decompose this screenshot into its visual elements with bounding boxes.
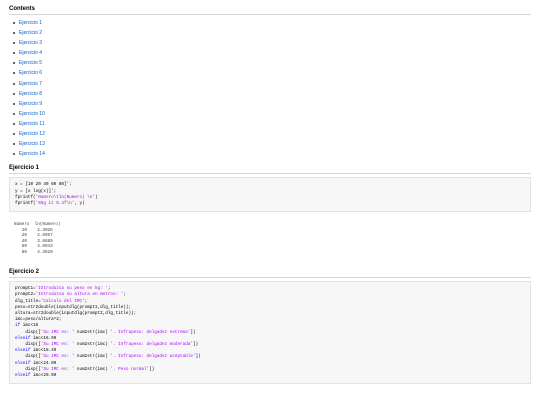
code-text: y = [x log(x)]'; — [15, 188, 57, 194]
toc-item: Ejercicio 7 — [13, 79, 531, 89]
toc-link-ejercicio-3[interactable]: Ejercicio 3 — [19, 40, 42, 46]
code-text: ]) — [195, 354, 201, 360]
code-text: fprintf( — [15, 200, 36, 206]
code-line: fprintf('%5g it %.4f\n', y) — [15, 201, 525, 207]
code-text: ; — [84, 298, 88, 304]
code-text: num2str(imc) — [74, 354, 111, 360]
toc-item: Ejercicio 9 — [13, 99, 531, 109]
code-string: '. Infrapeso: delgadez aceptable' — [110, 354, 196, 360]
code-block-ejercicio-2: prompt1='Introduzca su peso en kg: '; pro… — [9, 281, 531, 385]
code-text: ]) — [192, 341, 199, 347]
code-text: ) — [94, 194, 98, 200]
toc-link-ejercicio-5[interactable]: Ejercicio 5 — [19, 60, 42, 66]
code-keyword: elseif — [15, 335, 31, 341]
code-string: '. Infrapeso: delgadez extrema' — [110, 329, 191, 335]
code-string: 'Calculo del IMC' — [40, 298, 85, 304]
code-string: 'Su IMC es: ' — [40, 341, 75, 347]
section-heading-ejercicio-2: Ejercicio 2 — [9, 269, 531, 279]
code-text: imc<24.99 — [30, 360, 57, 366]
table-of-contents: Ejercicio 1 Ejercicio 2 Ejercicio 3 Ejercic… — [9, 18, 531, 159]
toc-link-ejercicio-2[interactable]: Ejercicio 2 — [19, 30, 42, 36]
code-string: 'Numero\tln(Numero) \n' — [35, 194, 95, 200]
toc-link-ejercicio-13[interactable]: Ejercicio 13 — [19, 141, 45, 147]
code-text: disp([ — [15, 329, 41, 335]
code-text: imc<16 — [20, 323, 39, 329]
toc-item: Ejercicio 4 — [13, 48, 531, 58]
code-string: '%5g it %.4f\n' — [35, 200, 75, 206]
toc-item: Ejercicio 14 — [13, 149, 531, 159]
code-string: '. Infrapeso: delgadez moderada' — [110, 341, 193, 347]
toc-item: Ejercicio 10 — [13, 109, 531, 119]
code-string: 'Introduzca su altura en metros: ' — [35, 292, 124, 298]
code-string: 'Introduzca su peso en kg: ' — [35, 286, 108, 292]
code-keyword: elseif — [15, 372, 31, 378]
code-text: ; — [123, 292, 126, 298]
output-block-ejercicio-1: Numero ln(Numero) 10 2.3026 20 2.9957 40… — [9, 222, 531, 255]
toc-link-ejercicio-4[interactable]: Ejercicio 4 — [19, 50, 42, 56]
code-text: prompt2= — [15, 292, 36, 298]
code-text: num2str(imc) — [74, 341, 111, 347]
code-text: imc<16.99 — [30, 335, 57, 341]
code-keyword: elseif — [15, 348, 31, 354]
toc-item: Ejercicio 2 — [13, 28, 531, 38]
toc-item: Ejercicio 11 — [13, 119, 531, 129]
toc-link-ejercicio-9[interactable]: Ejercicio 9 — [19, 101, 42, 107]
code-text: , y) — [74, 200, 85, 206]
toc-link-ejercicio-7[interactable]: Ejercicio 7 — [19, 81, 42, 87]
code-text: imc<18.49 — [30, 348, 57, 354]
code-text: dlg_title= — [15, 298, 41, 304]
code-text: peso=str2double(inputdlg(prompt1,dlg_tit… — [15, 304, 132, 310]
code-text: num2str(imc) — [74, 329, 111, 335]
toc-link-ejercicio-10[interactable]: Ejercicio 10 — [19, 111, 45, 117]
code-block-ejercicio-1: x = [10 20 40 60 80]'; y = [x log(x)]'; fp… — [9, 177, 531, 213]
toc-item: Ejercicio 5 — [13, 58, 531, 68]
code-string: '. Peso normal' — [110, 366, 150, 372]
code-text: disp([ — [15, 354, 41, 360]
code-text: imc=peso/altura^2; — [15, 317, 62, 323]
code-line: elseif imc<29.99 — [15, 373, 525, 379]
toc-item: Ejercicio 1 — [13, 18, 531, 28]
code-text: fprintf( — [15, 194, 36, 200]
code-text: num2str(imc) — [74, 366, 111, 372]
code-string: 'Su IMC es: ' — [40, 354, 75, 360]
code-string: 'Su IMC es: ' — [40, 329, 75, 335]
toc-link-ejercicio-12[interactable]: Ejercicio 12 — [19, 131, 45, 137]
toc-item: Ejercicio 6 — [13, 68, 531, 78]
toc-item: Ejercicio 3 — [13, 38, 531, 48]
code-text: disp([ — [15, 341, 41, 347]
contents-heading: Contents — [9, 6, 531, 15]
code-keyword: elseif — [15, 360, 31, 366]
toc-item: Ejercicio 13 — [13, 139, 531, 149]
toc-link-ejercicio-11[interactable]: Ejercicio 11 — [19, 121, 44, 127]
code-text: prompt1= — [15, 286, 36, 292]
document-page: Contents Ejercicio 1 Ejercicio 2 Ejercicio… — [0, 0, 540, 385]
code-text: disp([ — [15, 366, 41, 372]
code-text: imc<29.99 — [30, 372, 57, 378]
toc-link-ejercicio-6[interactable]: Ejercicio 6 — [19, 70, 42, 76]
code-text: x = [10 20 40 60 80]'; — [15, 182, 72, 188]
section-heading-ejercicio-1: Ejercicio 1 — [9, 165, 531, 175]
code-text: ]) — [190, 329, 196, 335]
toc-item: Ejercicio 12 — [13, 129, 531, 139]
toc-link-ejercicio-8[interactable]: Ejercicio 8 — [19, 91, 42, 97]
code-text: ; — [107, 286, 111, 292]
toc-item: Ejercicio 8 — [13, 89, 531, 99]
code-text: ]) — [149, 366, 155, 372]
toc-link-ejercicio-1[interactable]: Ejercicio 1 — [19, 20, 42, 26]
code-string: 'Su IMC es: ' — [40, 366, 75, 372]
code-text: altura=str2double(inputdlg(prompt2,dlg_t… — [15, 310, 137, 316]
toc-link-ejercicio-14[interactable]: Ejercicio 14 — [19, 151, 45, 157]
